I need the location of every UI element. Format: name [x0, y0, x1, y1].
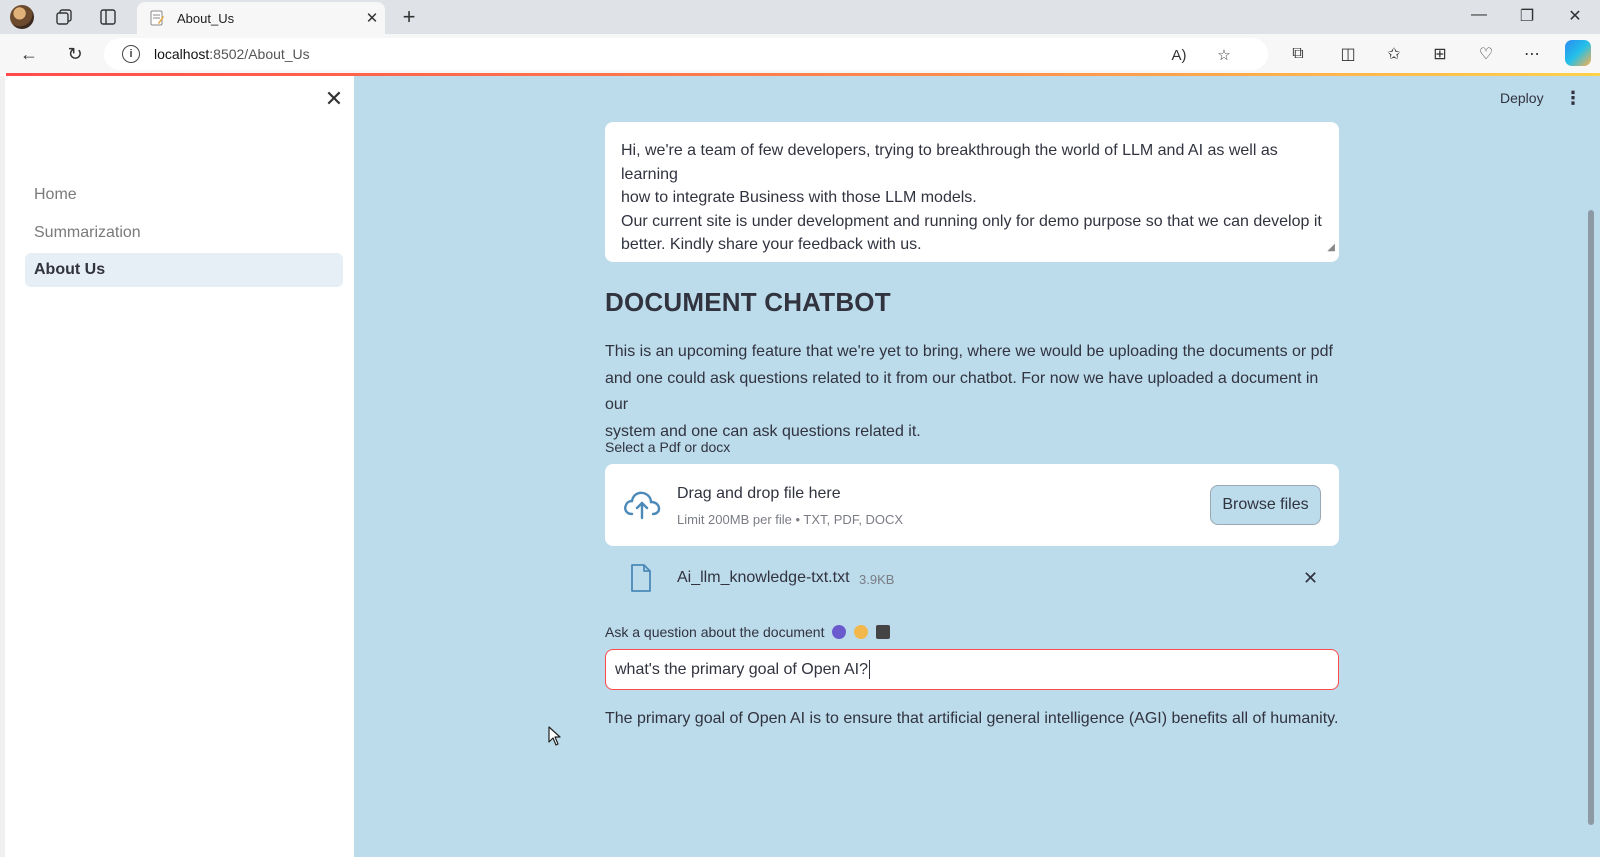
page-title: DOCUMENT CHATBOT — [605, 287, 891, 317]
uploaded-file: Ai_llm_knowledge-txt.txt 3.9KB ✕ — [605, 560, 1339, 596]
tab-close-icon[interactable]: ✕ — [359, 9, 385, 27]
about-line-4: better. Kindly share your feedback with … — [621, 236, 922, 253]
sidebar-item-about-us[interactable]: About Us — [25, 253, 343, 287]
profile-avatar[interactable] — [10, 5, 34, 29]
file-size: 3.9KB — [859, 572, 895, 587]
question-label-text: Ask a question about the document — [605, 624, 825, 640]
question-label: Ask a question about the document — [605, 624, 891, 640]
favorites-icon[interactable]: ✩ — [1382, 42, 1406, 66]
workspaces-icon[interactable] — [53, 6, 75, 28]
vertical-tabs-icon[interactable] — [97, 6, 119, 28]
refresh-icon[interactable]: ↻ — [63, 42, 87, 66]
cloud-upload-icon — [624, 491, 661, 520]
sidebar-item-summarization[interactable]: Summarization — [25, 216, 343, 250]
site-info-icon[interactable]: i — [122, 45, 140, 63]
browse-files-button[interactable]: Browse files — [1210, 485, 1321, 525]
file-dropzone[interactable]: Drag and drop file here Limit 200MB per … — [605, 464, 1339, 546]
resize-handle-icon[interactable]: ◢ — [1327, 236, 1335, 260]
sidebar-item-home[interactable]: Home — [25, 178, 343, 212]
more-options-icon[interactable]: ⋯ — [1520, 42, 1544, 66]
person-emoji-icon — [854, 625, 869, 639]
description-line-2: and one could ask questions related to i… — [605, 369, 1319, 414]
sidebar-item-label: Summarization — [34, 224, 141, 241]
collections-icon[interactable]: ⊞ — [1428, 42, 1452, 66]
split-screen-icon[interactable]: ◫ — [1336, 42, 1360, 66]
tab-about-us[interactable]: About_Us ✕ — [137, 2, 385, 34]
chatbot-answer: The primary goal of Open AI is to ensure… — [605, 710, 1339, 727]
deploy-button[interactable]: Deploy — [1500, 90, 1544, 106]
url-path: :8502/About_Us — [209, 46, 310, 62]
laptop-emoji-icon — [876, 625, 891, 639]
text-caret — [868, 660, 870, 679]
mouse-pointer-icon — [548, 726, 561, 746]
about-line-2: how to integrate Business with those LLM… — [621, 189, 977, 206]
file-icon — [631, 564, 651, 592]
read-aloud-icon[interactable]: A) — [1169, 45, 1189, 65]
restore-icon[interactable]: ❐ — [1512, 6, 1542, 26]
minimize-icon[interactable]: — — [1464, 6, 1494, 24]
sidebar-item-label: Home — [34, 186, 77, 203]
about-line-3: Our current site is under development an… — [621, 212, 1322, 230]
sidebar-close-icon[interactable]: ✕ — [323, 88, 345, 110]
question-input[interactable]: what's the primary goal of Open AI? — [605, 649, 1339, 690]
window-close-icon[interactable]: ✕ — [1560, 6, 1590, 26]
crystal-ball-emoji-icon — [832, 625, 847, 639]
new-tab-icon[interactable]: + — [398, 4, 420, 30]
scrollbar[interactable] — [1588, 210, 1594, 825]
dropzone-limit: Limit 200MB per file • TXT, PDF, DOCX — [677, 512, 904, 527]
remove-file-icon[interactable]: ✕ — [1303, 568, 1318, 589]
url-bar[interactable]: i localhost:8502/About_Us A) ☆ — [104, 38, 1268, 70]
copilot-icon[interactable] — [1565, 40, 1591, 66]
back-icon[interactable]: ← — [17, 42, 41, 66]
browser-tab-bar: About_Us ✕ + — ❐ ✕ — [0, 0, 1600, 34]
about-line-1: Hi, we're a team of few developers, tryi… — [621, 142, 1278, 183]
dropzone-title: Drag and drop file here — [677, 485, 841, 502]
favorite-star-icon[interactable]: ☆ — [1214, 45, 1234, 65]
about-textarea[interactable]: Hi, we're a team of few developers, tryi… — [605, 122, 1339, 262]
main-menu-icon[interactable]: ⋮ — [1564, 88, 1582, 109]
browser-essentials-icon[interactable]: ♡ — [1474, 42, 1498, 66]
description-line-1: This is an upcoming feature that we're y… — [605, 343, 1333, 360]
url-host: localhost — [154, 46, 210, 62]
chatbot-description: This is an upcoming feature that we're y… — [605, 339, 1345, 445]
page-favicon-icon — [150, 10, 164, 26]
file-name: Ai_llm_knowledge-txt.txt — [677, 569, 850, 586]
uploader-label: Select a Pdf or docx — [605, 439, 731, 455]
sidebar-item-label: About Us — [34, 261, 106, 278]
address-toolbar: ← ↻ i localhost:8502/About_Us A) ☆ ⧉ ◫ ✩… — [0, 34, 1600, 74]
question-input-value: what's the primary goal of Open AI? — [615, 660, 868, 678]
extensions-icon[interactable]: ⧉ — [1286, 42, 1310, 66]
tab-title: About_Us — [177, 10, 235, 26]
sidebar: ✕ Home Summarization About Us — [0, 76, 354, 857]
